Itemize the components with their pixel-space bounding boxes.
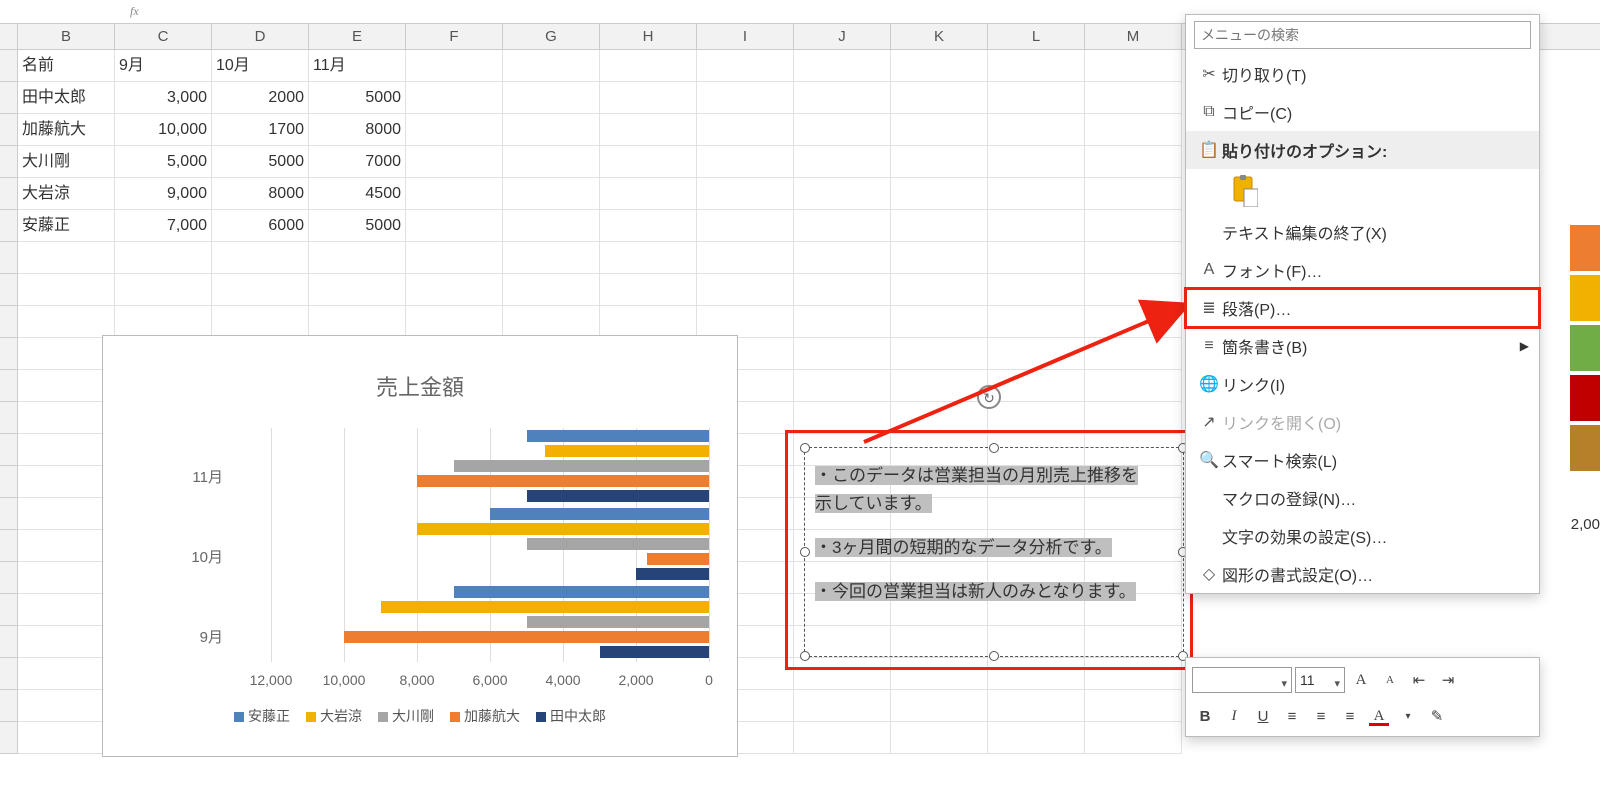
menu-font[interactable]: A フォント(F)… (1186, 251, 1539, 289)
col-K[interactable]: K (891, 24, 988, 49)
col-B[interactable]: B (18, 24, 115, 49)
menu-paragraph[interactable]: ≣ 段落(P)… (1186, 289, 1539, 327)
col-J[interactable]: J (794, 24, 891, 49)
font-icon: A (1196, 261, 1222, 279)
menu-cut[interactable]: ✂ 切り取り(T) (1186, 55, 1539, 93)
bold-button[interactable]: B (1192, 703, 1218, 729)
chart-bar (417, 523, 709, 535)
chart-ycat: 11月 (103, 466, 223, 487)
chart-bar (381, 601, 710, 613)
chart-bar (527, 538, 710, 550)
font-name-select[interactable] (1192, 667, 1292, 693)
menu-format-shape[interactable]: ◇ 図形の書式設定(O)… (1186, 555, 1539, 593)
open-link-icon: ↗ (1196, 412, 1222, 432)
search-icon: 🔍 (1196, 450, 1222, 470)
scissors-icon: ✂ (1196, 64, 1222, 84)
resize-handle-icon[interactable] (989, 651, 999, 661)
chart-bar (527, 616, 710, 628)
chart-title: 売上金額 (103, 370, 737, 402)
color-palette-strip (1570, 225, 1600, 475)
increase-indent-icon[interactable]: ⇥ (1435, 667, 1461, 693)
mini-toolbar: 11 A A ⇤ ⇥ B I U ≡ ≡ ≡ A ▾ ✎ (1185, 657, 1540, 737)
bullets-icon: ≡ (1196, 337, 1222, 355)
menu-open-link: ↗ リンクを開く(O) (1186, 403, 1539, 441)
menu-paste-option[interactable] (1186, 169, 1539, 213)
font-color-button[interactable]: A (1366, 703, 1392, 729)
chart-bar (647, 553, 709, 565)
col-M[interactable]: M (1085, 24, 1182, 49)
header-m10[interactable]: 10月 (212, 50, 309, 82)
resize-handle-icon[interactable] (989, 443, 999, 453)
chart-bar (454, 460, 710, 472)
col-E[interactable]: E (309, 24, 406, 49)
partial-cell-text: 2,00 (1571, 516, 1600, 533)
col-F[interactable]: F (406, 24, 503, 49)
chart-bar (417, 475, 709, 487)
chart-bar (490, 508, 709, 520)
chart-plotarea (141, 428, 709, 662)
annotation-textbox-highlight: ・このデータは営業担当の月別売上推移を示しています。 ・3ヶ月間の短期的なデータ… (785, 430, 1193, 670)
menu-exit-text-edit[interactable]: テキスト編集の終了(X) (1186, 213, 1539, 251)
col-G[interactable]: G (503, 24, 600, 49)
resize-handle-icon[interactable] (800, 651, 810, 661)
textbox-line: ・3ヶ月間の短期的なデータ分析です。 (815, 538, 1112, 557)
submenu-arrow-icon: ▶ (1520, 339, 1529, 353)
col-I[interactable]: I (697, 24, 794, 49)
resize-handle-icon[interactable] (800, 443, 810, 453)
chart-bar (527, 490, 710, 502)
chart-bar (454, 586, 710, 598)
format-shape-icon: ◇ (1196, 564, 1222, 584)
menu-link[interactable]: 🌐 リンク(I) (1186, 365, 1539, 403)
format-painter-icon[interactable]: ✎ (1424, 703, 1450, 729)
align-center-icon[interactable]: ≡ (1308, 703, 1334, 729)
font-size-select[interactable]: 11 (1295, 667, 1345, 693)
chart-bar (527, 430, 710, 442)
menu-text-effects[interactable]: 文字の効果の設定(S)… (1186, 517, 1539, 555)
header-name[interactable]: 名前 (18, 50, 115, 82)
align-left-icon[interactable]: ≡ (1279, 703, 1305, 729)
copy-icon: ⧉ (1196, 103, 1222, 121)
col-D[interactable]: D (212, 24, 309, 49)
chart-bar (344, 631, 709, 643)
col-C[interactable]: C (115, 24, 212, 49)
chart-legend: 安藤正大岩涼大川剛加藤航大田中太郎 (103, 706, 737, 726)
header-m11[interactable]: 11月 (309, 50, 406, 82)
rotate-handle-icon[interactable] (977, 385, 1001, 409)
font-color-dropdown-icon[interactable]: ▾ (1395, 703, 1421, 729)
clipboard-icon: 📋 (1196, 140, 1222, 160)
chart-ycat: 9月 (103, 626, 223, 647)
textbox-line: ・今回の営業担当は新人のみとなります。 (815, 582, 1136, 601)
sales-chart[interactable]: 売上金額 11月 10月 9月 12,00010,0008,0006,0004,… (102, 335, 738, 757)
header-m9[interactable]: 9月 (115, 50, 212, 82)
col-L[interactable]: L (988, 24, 1085, 49)
paragraph-icon: ≣ (1196, 298, 1222, 318)
align-right-icon[interactable]: ≡ (1337, 703, 1363, 729)
resize-handle-icon[interactable] (800, 547, 810, 557)
annotation-textbox[interactable]: ・このデータは営業担当の月別売上推移を示しています。 ・3ヶ月間の短期的なデータ… (804, 447, 1184, 657)
chart-bar (600, 646, 710, 658)
increase-font-icon[interactable]: A (1348, 667, 1374, 693)
textbox-line: 示しています。 (815, 494, 932, 513)
textbox-line: ・このデータは営業担当の月別売上推移を (815, 466, 1138, 485)
context-menu: ✂ 切り取り(T) ⧉ コピー(C) 📋 貼り付けのオプション: テキスト編集の… (1185, 14, 1540, 594)
menu-smart-lookup[interactable]: 🔍 スマート検索(L) (1186, 441, 1539, 479)
menu-search-input[interactable] (1194, 21, 1531, 49)
menu-assign-macro[interactable]: マクロの登録(N)… (1186, 479, 1539, 517)
italic-button[interactable]: I (1221, 703, 1247, 729)
menu-paste-options-header: 📋 貼り付けのオプション: (1186, 131, 1539, 169)
chart-bar (545, 445, 709, 457)
col-H[interactable]: H (600, 24, 697, 49)
decrease-font-icon[interactable]: A (1377, 667, 1403, 693)
link-icon: 🌐 (1196, 374, 1222, 394)
underline-button[interactable]: U (1250, 703, 1276, 729)
chart-bar (636, 568, 709, 580)
decrease-indent-icon[interactable]: ⇤ (1406, 667, 1432, 693)
menu-bullets[interactable]: ≡ 箇条書き(B) ▶ (1186, 327, 1539, 365)
chart-ycat: 10月 (103, 546, 223, 567)
menu-copy[interactable]: ⧉ コピー(C) (1186, 93, 1539, 131)
paste-keep-source-icon[interactable] (1230, 172, 1270, 210)
menu-search[interactable] (1194, 21, 1531, 49)
